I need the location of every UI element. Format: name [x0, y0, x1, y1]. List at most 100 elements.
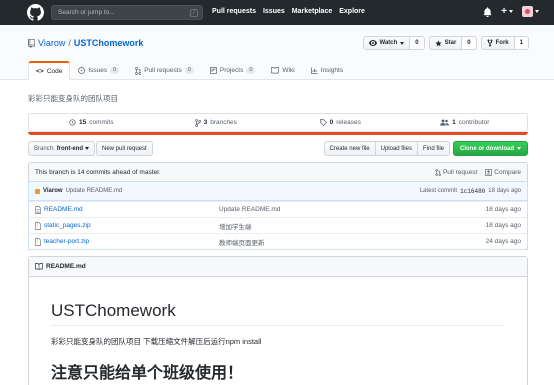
file-table: Viarow Update README.md Latest commit 1c…: [28, 181, 528, 250]
projects-counter: 0: [246, 67, 256, 74]
repo-separator: /: [68, 38, 71, 48]
releases-link[interactable]: 0 releases: [278, 114, 403, 131]
create-new-file-button[interactable]: Create new file: [323, 141, 376, 156]
user-menu[interactable]: [522, 6, 539, 17]
file-name-link[interactable]: teacher-port.zip: [44, 238, 89, 245]
readme-paragraph: 彩彩只能变身队的团队项目 下载压缩文件解压后运行npm install: [51, 337, 262, 346]
people-icon: [440, 119, 450, 126]
search-input[interactable]: [52, 6, 202, 19]
book-icon: [271, 67, 280, 74]
fork-count[interactable]: 1: [514, 36, 529, 50]
project-icon: [210, 67, 217, 74]
nav-pull-requests[interactable]: Pull requests: [212, 8, 256, 15]
commit-author[interactable]: Viarow: [43, 188, 63, 194]
nav-issues[interactable]: Issues: [263, 8, 285, 15]
language-bar[interactable]: [28, 132, 528, 135]
repo-icon: [28, 38, 35, 48]
commit-age: 18 days ago: [488, 188, 521, 194]
chevron-down-icon: [85, 147, 90, 150]
slash-shortcut-hint: /: [190, 9, 198, 17]
numbers-summary: 15 commits 3 branches 0 releases 1 contr…: [28, 113, 528, 132]
file-name-link[interactable]: static_pages.zip: [44, 222, 91, 229]
github-logo-icon[interactable]: [27, 4, 44, 21]
star-icon: [435, 39, 442, 46]
branches-link[interactable]: 3 branches: [154, 114, 279, 131]
compare-label: Compare: [494, 168, 521, 176]
avatar: [35, 188, 40, 194]
ahead-actions: Pull request Compare: [435, 169, 521, 176]
tab-pull-requests-label: Pull requests: [144, 67, 182, 74]
watch-label: Watch: [379, 40, 398, 46]
readme-panel: README.md USTChomework 彩彩只能变身队的团队项目 下载压缩…: [28, 256, 528, 385]
nav-marketplace[interactable]: Marketplace: [292, 8, 332, 15]
find-file-button[interactable]: Find file: [416, 141, 450, 156]
star-count[interactable]: 0: [462, 36, 477, 50]
fork-icon: [487, 39, 493, 47]
watch-button[interactable]: Watch: [362, 36, 411, 50]
file-navigation: Branch: front-end New pull request Creat…: [28, 141, 528, 156]
tab-code-label: Code: [46, 67, 63, 75]
nav-explore[interactable]: Explore: [339, 8, 365, 15]
fork-label: Fork: [495, 40, 509, 46]
tab-code[interactable]: <> Code: [28, 61, 71, 80]
file-commit-message[interactable]: Update README.md: [219, 206, 486, 213]
star-button[interactable]: Star: [428, 36, 463, 50]
tab-projects[interactable]: Projects 0: [202, 61, 264, 80]
contributors-label: contributor: [458, 119, 490, 126]
upload-files-button[interactable]: Upload files: [374, 141, 418, 156]
new-pull-request-button[interactable]: New pull request: [96, 141, 153, 156]
readme-filename[interactable]: README.md: [46, 263, 86, 270]
tab-pull-requests[interactable]: Pull requests 0: [127, 61, 202, 80]
chevron-down-icon: [400, 41, 405, 45]
create-new-menu[interactable]: +: [501, 5, 513, 17]
repo-name-link[interactable]: USTChomework: [74, 38, 144, 48]
commit-message[interactable]: Update README.md: [66, 188, 123, 194]
releases-label: releases: [336, 119, 361, 126]
contributors-link[interactable]: 1 contributor: [403, 114, 528, 131]
commit-sha[interactable]: 1c16480: [460, 188, 485, 195]
plus-icon: +: [501, 5, 507, 17]
commits-link[interactable]: 15 commits: [29, 114, 154, 131]
commits-count: 15: [79, 119, 87, 126]
search-box[interactable]: /: [51, 5, 203, 20]
clone-download-button[interactable]: Clone or download: [453, 141, 528, 156]
chevron-down-icon: [509, 10, 513, 13]
branch-select-button[interactable]: Branch: front-end: [28, 141, 96, 156]
pull-request-link[interactable]: Pull request: [435, 169, 477, 176]
fork-group: Fork 1: [480, 36, 529, 50]
releases-count: 0: [329, 119, 334, 126]
repo-title: Viarow / USTChomework: [28, 38, 143, 48]
history-icon: [69, 119, 76, 126]
pull-request-icon: [135, 66, 142, 75]
readme-title: USTChomework: [51, 301, 505, 326]
file-actions-group: Create new file Upload files Find file: [323, 141, 450, 156]
repo-owner-link[interactable]: Viarow: [38, 38, 65, 48]
tab-wiki[interactable]: Wiki: [263, 61, 302, 80]
tab-issues[interactable]: Issues 0: [70, 61, 127, 80]
file-name-cell: static_pages.zip: [35, 221, 219, 230]
watch-group: Watch 0: [362, 36, 425, 50]
file-icon: [35, 205, 41, 214]
tab-wiki-label: Wiki: [282, 67, 295, 74]
readme-header: README.md: [29, 257, 527, 277]
star-label: Star: [444, 40, 457, 46]
latest-commit-prefix: Latest commit: [419, 188, 458, 194]
compare-link[interactable]: Compare: [485, 169, 521, 176]
latest-commit-row: Viarow Update README.md Latest commit 1c…: [29, 181, 527, 201]
pull-request-label: Pull request: [442, 168, 478, 176]
file-commit-message[interactable]: 增加学生端: [219, 221, 486, 231]
fork-button[interactable]: Fork: [480, 36, 515, 50]
contributors-count: 1: [452, 119, 456, 126]
tab-insights[interactable]: Insights: [303, 61, 351, 80]
tab-issues-label: Issues: [88, 67, 108, 74]
watch-count[interactable]: 0: [410, 36, 425, 50]
ahead-text: This branch is 14 commits ahead of maste…: [35, 168, 161, 176]
global-nav: Pull requests Issues Marketplace Explore: [212, 8, 365, 15]
branch-select-value: front-end: [56, 145, 84, 152]
avatar: [522, 6, 533, 17]
file-commit-message[interactable]: 教师端页面更新: [219, 237, 486, 247]
file-zip-icon: [35, 237, 41, 246]
repo-header: Viarow / USTChomework Watch 0 Star 0 For…: [0, 25, 554, 80]
file-name-link[interactable]: README.md: [44, 206, 83, 213]
bell-icon[interactable]: [483, 6, 492, 17]
